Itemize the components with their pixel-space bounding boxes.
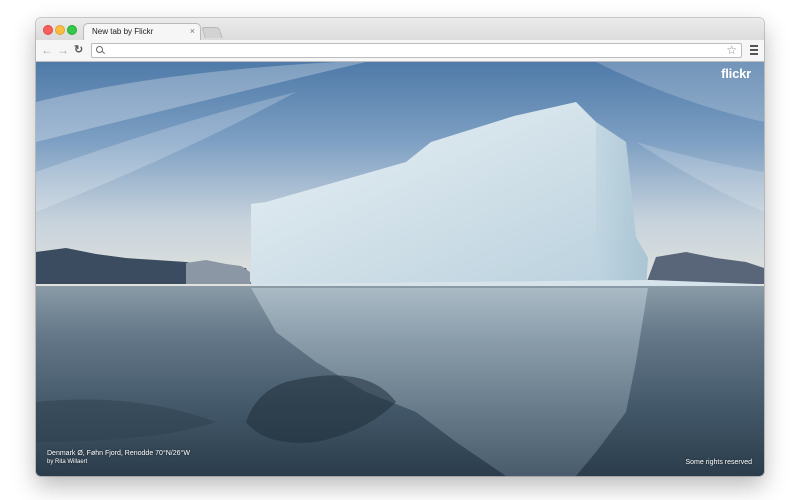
photo-caption[interactable]: Denmark Ø, Føhn Fjord, Renodde 70°N/26°W… bbox=[47, 450, 190, 466]
hamburger-menu-icon[interactable] bbox=[750, 45, 758, 57]
zoom-window-button[interactable] bbox=[67, 25, 77, 35]
address-bar[interactable]: ☆ bbox=[91, 43, 742, 58]
close-window-button[interactable] bbox=[43, 25, 53, 35]
tab-new-tab-by-flickr[interactable]: New tab by Flickr × bbox=[83, 23, 201, 40]
tab-close-icon[interactable]: × bbox=[190, 26, 195, 37]
back-arrow-icon[interactable]: ← bbox=[41, 43, 53, 57]
photo-location[interactable]: Denmark Ø, Føhn Fjord, Renodde 70°N/26°W bbox=[47, 450, 190, 458]
background-photo: flickr Denmark Ø, Føhn Fjord, Renodde 70… bbox=[36, 62, 764, 476]
reload-icon[interactable]: ↻ bbox=[74, 43, 83, 57]
tab-title: New tab by Flickr bbox=[92, 27, 154, 36]
minimize-window-button[interactable] bbox=[55, 25, 65, 35]
flickr-logo[interactable]: flickr bbox=[721, 66, 751, 81]
search-icon bbox=[96, 46, 103, 53]
forward-arrow-icon[interactable]: → bbox=[57, 43, 69, 57]
title-bar: New tab by Flickr × bbox=[36, 18, 764, 40]
new-tab-button[interactable] bbox=[201, 27, 223, 38]
photo-author[interactable]: by Rita Willaert bbox=[47, 458, 190, 466]
browser-toolbar: ← → ↻ ☆ bbox=[36, 40, 764, 62]
browser-window: New tab by Flickr × ← → ↻ ☆ flickr Denma… bbox=[36, 18, 764, 476]
iceberg-photo bbox=[36, 62, 764, 476]
star-icon[interactable]: ☆ bbox=[726, 42, 737, 58]
rights-link[interactable]: Some rights reserved bbox=[685, 459, 752, 466]
